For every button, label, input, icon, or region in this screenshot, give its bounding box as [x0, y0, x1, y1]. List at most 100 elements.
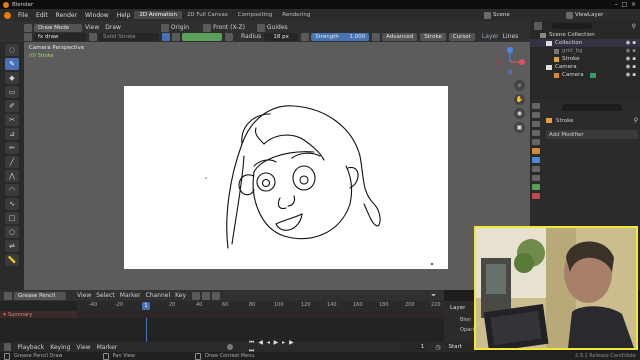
drawing-canvas[interactable]	[124, 86, 448, 269]
outliner-scene-collection[interactable]: Scene Collection	[530, 31, 640, 39]
origin-dropdown[interactable]: Origin	[171, 24, 189, 31]
erase-tool[interactable]: ▭	[5, 86, 19, 98]
dopesheet-editor-icon[interactable]	[4, 291, 12, 300]
editor-type-icon[interactable]	[24, 23, 32, 32]
visibility-icon[interactable]: ◉ ▪	[626, 72, 636, 78]
tab-2d-full-canvas[interactable]: 2D Full Canvas	[182, 11, 233, 19]
window-controls[interactable]: – □ ×	[615, 1, 636, 8]
fill-tool[interactable]: ◆	[5, 72, 19, 84]
visibility-icon[interactable]: ◉ ▪	[626, 48, 636, 54]
outliner-editor-icon[interactable]	[534, 22, 542, 30]
properties-search[interactable]	[562, 104, 622, 111]
viewlayer-selector[interactable]: ViewLayer	[575, 12, 603, 18]
eyedropper-tool[interactable]: ⊿	[5, 128, 19, 140]
outliner-item-camera-collection[interactable]: Camera ◉ ▪	[530, 63, 640, 71]
filter-icon[interactable]: ⚲	[632, 23, 636, 30]
advanced-dropdown[interactable]: Advanced	[382, 32, 418, 41]
annotate-tool[interactable]: ✏	[5, 142, 19, 154]
tl-menu-marker[interactable]: Marker	[120, 292, 141, 299]
add-modifier-button[interactable]: Add Modifier	[546, 130, 638, 139]
viewlayer-icon[interactable]	[566, 11, 573, 19]
scene-icon[interactable]	[484, 11, 491, 19]
start-frame-field[interactable]: Start	[444, 343, 471, 351]
current-frame-field[interactable]: 1	[399, 343, 429, 351]
tab-rendering[interactable]: Rendering	[277, 11, 315, 19]
material-icon[interactable]	[89, 32, 97, 41]
dopesheet-mode-dropdown[interactable]: Grease Pencil	[14, 291, 66, 300]
visibility-icon[interactable]: ◉ ▪	[626, 40, 636, 46]
plane-icon[interactable]	[203, 23, 212, 32]
blender-menu-icon[interactable]	[4, 11, 11, 19]
tool-tab-icon[interactable]	[532, 103, 540, 109]
lines-layer[interactable]: Lines	[503, 33, 519, 40]
visibility-icon[interactable]: ◉ ▪	[626, 64, 636, 70]
playback-menu[interactable]: Playback	[17, 344, 44, 351]
record-icon[interactable]	[227, 344, 233, 350]
effects-tab-icon[interactable]	[532, 166, 540, 172]
scene-tab-icon[interactable]	[532, 130, 540, 136]
origin-icon[interactable]	[160, 23, 169, 32]
object-tab-icon[interactable]	[532, 148, 540, 154]
menu-help[interactable]: Help	[113, 12, 135, 19]
menu-draw[interactable]: Draw	[105, 24, 121, 31]
outliner-search[interactable]	[552, 23, 592, 29]
material-tab-icon[interactable]	[532, 193, 540, 199]
outliner-item-stroke[interactable]: Stroke ◉ ▪	[530, 55, 640, 63]
pan-hand-icon[interactable]: ✋	[514, 94, 525, 105]
brush-selector[interactable]: fx draw	[34, 32, 86, 41]
color-mode-icon[interactable]	[172, 32, 180, 41]
visibility-icon[interactable]: ◉ ▪	[626, 56, 636, 62]
draw-tool[interactable]: ✎	[5, 58, 19, 70]
curve-tool[interactable]: ∿	[5, 198, 19, 210]
view-plane-dropdown[interactable]: Front (X-Z)	[213, 24, 245, 31]
axis-gizmo-icon[interactable]	[494, 46, 526, 76]
brush-icon[interactable]	[24, 32, 32, 41]
tl-menu-select[interactable]: Select	[96, 292, 115, 299]
lock-icon[interactable]: ▣	[514, 122, 525, 133]
timeline-summary-channel[interactable]: ▾ Summary	[0, 311, 77, 318]
stroke-dropdown[interactable]: Stroke	[420, 32, 446, 41]
box-tool[interactable]: □	[5, 212, 19, 224]
world-tab-icon[interactable]	[532, 139, 540, 145]
guides-toggle[interactable]: Guides	[267, 24, 288, 31]
camera-view-icon[interactable]: ◉	[514, 108, 525, 119]
line-tool[interactable]: ╱	[5, 156, 19, 168]
outliner-item-collection[interactable]: Collection ◉ ▪	[530, 39, 640, 47]
strength-field[interactable]: Strength 1.000	[311, 32, 370, 41]
data-tab-icon[interactable]	[532, 184, 540, 190]
pressure-icon[interactable]	[301, 32, 310, 41]
zoom-icon[interactable]: ⌕	[514, 80, 525, 91]
scene-selector[interactable]: Scene	[493, 12, 510, 18]
cutter-tool[interactable]: ✂	[5, 114, 19, 126]
output-tab-icon[interactable]	[532, 121, 540, 127]
pin-icon[interactable]: ⚲	[634, 117, 638, 124]
radius-field[interactable]: 18 px	[264, 32, 299, 41]
select-tool[interactable]: ◌	[5, 44, 19, 56]
menu-render[interactable]: Render	[52, 12, 81, 19]
layer-label[interactable]: Layer	[482, 33, 499, 40]
menu-file[interactable]: File	[14, 12, 32, 19]
tab-2d-animation[interactable]: 2D Animation	[134, 11, 182, 19]
tab-compositing[interactable]: Compositing	[233, 11, 277, 19]
timeline-marker-menu[interactable]: Marker	[97, 344, 118, 351]
nav-gizmo[interactable]	[494, 46, 526, 76]
interpolation-icon[interactable]	[192, 291, 201, 300]
preview-range-icon[interactable]: ◷	[435, 344, 440, 351]
polyline-tool[interactable]: ⋀	[5, 170, 19, 182]
interpolate-tool[interactable]: ⇌	[5, 240, 19, 252]
settings-icon[interactable]	[162, 32, 170, 41]
menu-view[interactable]: View	[85, 24, 99, 31]
modifier-tab-icon[interactable]	[532, 157, 540, 163]
swatch-icon[interactable]	[225, 32, 233, 41]
tl-menu-channel[interactable]: Channel	[146, 292, 171, 299]
constraints-tab-icon[interactable]	[532, 175, 540, 181]
proportional-icon[interactable]	[212, 291, 221, 300]
menu-edit[interactable]: Edit	[32, 12, 52, 19]
current-frame-indicator[interactable]: 1	[142, 302, 150, 310]
outliner-item-grid-bg[interactable]: grid_bg ◉ ▪	[530, 47, 640, 55]
strength-pressure-icon[interactable]	[372, 32, 381, 41]
mode-dropdown[interactable]: Draw Mode	[34, 23, 82, 32]
snap-icon[interactable]	[202, 291, 211, 300]
timeline-editor-icon[interactable]	[4, 343, 12, 351]
render-tab-icon[interactable]	[532, 112, 540, 118]
